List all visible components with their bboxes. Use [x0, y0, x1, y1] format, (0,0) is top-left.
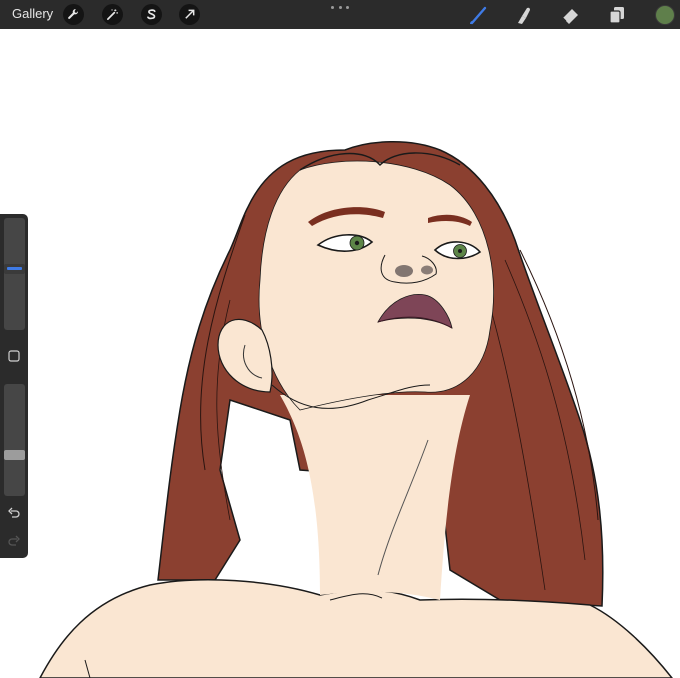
opacity-thumb[interactable]	[4, 450, 25, 461]
selection-icon[interactable]	[141, 4, 162, 25]
neck-shape	[280, 395, 470, 600]
color-picker-swatch[interactable]	[655, 5, 675, 25]
redo-icon[interactable]	[4, 533, 24, 549]
wrench-icon[interactable]	[63, 4, 84, 25]
layers-icon[interactable]	[606, 4, 628, 26]
opacity-slider[interactable]	[4, 384, 25, 496]
brush-size-slider[interactable]	[4, 218, 25, 330]
brush-icon[interactable]	[468, 4, 490, 26]
magic-wand-icon[interactable]	[102, 4, 123, 25]
more-options-icon[interactable]	[331, 2, 349, 12]
transform-arrow-icon[interactable]	[179, 4, 200, 25]
eraser-icon[interactable]	[560, 4, 582, 26]
smudge-icon[interactable]	[512, 4, 534, 26]
face-shape	[258, 160, 495, 411]
brush-sidebar	[0, 214, 28, 558]
undo-icon[interactable]	[4, 505, 24, 521]
top-toolbar: Gallery	[0, 0, 680, 29]
gallery-button[interactable]: Gallery	[12, 6, 53, 21]
modify-button[interactable]	[4, 348, 24, 364]
brush-size-thumb[interactable]	[4, 263, 25, 274]
drawing-canvas[interactable]	[0, 29, 680, 678]
